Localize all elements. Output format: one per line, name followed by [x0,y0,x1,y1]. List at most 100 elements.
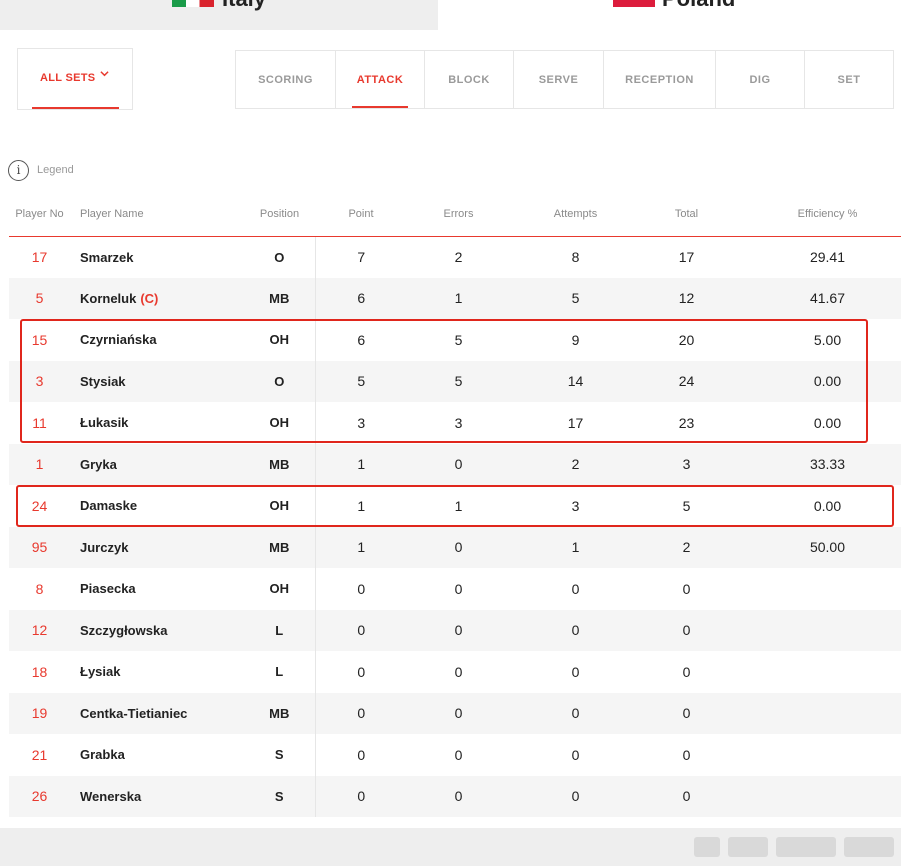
attack-efficiency [732,568,901,610]
table-row[interactable]: 21 Grabka S 0 0 0 0 [9,734,901,776]
poland-flag-icon [613,0,655,7]
table-row[interactable]: 26 Wenerska S 0 0 0 0 [9,775,901,817]
table-row[interactable]: 11 Łukasik OH 3 3 17 23 0.00 [9,402,901,444]
player-name[interactable]: Korneluk (C) [70,277,244,319]
attack-errors: 1 [407,485,510,527]
attack-attempts: 14 [510,360,641,402]
attack-total-value: 0 [682,788,691,805]
player-name[interactable]: Szczygłowska [70,609,244,651]
attack-total: 3 [641,443,732,485]
attack-point: 0 [315,734,407,776]
attack-efficiency: 29.41 [732,236,901,278]
player-name-value: Piasecka [80,581,136,597]
table-row[interactable]: 18 Łysiak L 0 0 0 0 [9,651,901,693]
player-position-value: MB [269,456,290,472]
player-name[interactable]: Jurczyk [70,526,244,568]
all-sets-dropdown[interactable]: ALL SETS [17,48,133,110]
table-row[interactable]: 12 Szczygłowska L 0 0 0 0 [9,609,901,651]
attack-point: 0 [315,609,407,651]
attack-point: 7 [315,236,407,278]
attack-total-value: 0 [682,705,691,722]
player-name[interactable]: Piasecka [70,568,244,610]
player-position: MB [244,443,316,485]
tab-serve[interactable]: SERVE [514,51,604,108]
attack-errors-value: 5 [454,373,463,390]
player-name[interactable]: Czyrniańska [70,319,244,361]
tab-scoring[interactable]: SCORING [236,51,336,108]
player-number: 3 [9,360,70,402]
player-name[interactable]: Centka-Tietianiec [70,692,244,734]
attack-point-value: 6 [357,290,366,307]
header-errors[interactable]: Errors [407,193,510,237]
attack-total-value: 2 [682,539,691,556]
table-row[interactable]: 3 Stysiak O 5 5 14 24 0.00 [9,360,901,402]
attack-total-value: 17 [678,249,695,265]
attack-attempts: 0 [510,734,641,776]
player-position-value: OH [269,498,290,514]
attack-point-value: 0 [357,663,366,680]
attack-total: 20 [641,319,732,361]
attack-total: 17 [641,236,732,278]
attack-point: 0 [315,651,407,693]
player-position-value: O [274,373,285,389]
attack-total: 0 [641,692,732,734]
header-position[interactable]: Position [244,193,315,237]
attack-attempts-value: 5 [571,290,580,307]
attack-errors: 0 [407,692,510,734]
attack-total-value: 0 [682,663,691,680]
player-name[interactable]: Damaske [70,485,244,527]
attack-errors-value: 3 [454,414,463,431]
player-name[interactable]: Wenerska [70,775,244,817]
attack-attempts: 2 [510,443,641,485]
tab-dig[interactable]: DIG [716,51,805,108]
team-tab-italy[interactable]: Italy [0,0,438,30]
tab-block[interactable]: BLOCK [425,51,514,108]
table-row[interactable]: 5 Korneluk (C) MB 6 1 5 12 41.67 [9,277,901,319]
player-position-value: S [274,788,284,804]
header-total[interactable]: Total [641,193,732,237]
team-tab-poland[interactable]: Poland [438,0,901,30]
attack-point-value: 6 [357,331,366,348]
legend-toggle[interactable]: i Legend [8,159,74,181]
player-number-value: 3 [35,373,44,390]
player-position: MB [244,277,316,319]
player-name[interactable]: Stysiak [70,360,244,402]
player-name[interactable]: Łysiak [70,651,244,693]
player-name[interactable]: Smarzek [70,236,244,278]
tab-set[interactable]: SET [805,51,893,108]
player-number: 12 [9,609,70,651]
header-point[interactable]: Point [315,193,407,237]
header-player-no[interactable]: Player No [9,193,70,237]
table-row[interactable]: 1 Gryka MB 1 0 2 3 33.33 [9,443,901,485]
table-row[interactable]: 8 Piasecka OH 0 0 0 0 [9,568,901,610]
attack-efficiency [732,651,901,693]
player-position: OH [244,402,316,444]
header-attempts[interactable]: Attempts [510,193,641,237]
table-header-row: Player No Player Name Position Point Err… [9,193,901,237]
header-efficiency[interactable]: Efficiency % [732,193,901,237]
attack-point: 0 [315,775,407,817]
table-row[interactable]: 95 Jurczyk MB 1 0 1 2 50.00 [9,526,901,568]
player-name[interactable]: Łukasik [70,402,244,444]
attack-total-value: 3 [682,456,691,473]
attack-point-value: 3 [357,414,366,431]
player-name-value: Czyrniańska [80,332,157,348]
attack-efficiency-value: 0.00 [813,414,842,431]
table-row[interactable]: 17 Smarzek O 7 2 8 17 29.41 [9,236,901,278]
italy-flag-icon [172,0,214,7]
table-row[interactable]: 15 Czyrniańska OH 6 5 9 20 5.00 [9,319,901,361]
attack-attempts: 3 [510,485,641,527]
attack-total-value: 24 [678,373,695,390]
player-name[interactable]: Gryka [70,443,244,485]
attack-efficiency: 5.00 [732,319,901,361]
tab-attack[interactable]: ATTACK [336,51,425,108]
attack-total: 0 [641,775,732,817]
attack-attempts: 1 [510,526,641,568]
header-player-name[interactable]: Player Name [70,193,244,237]
player-name[interactable]: Grabka [70,734,244,776]
table-row[interactable]: 24 Damaske OH 1 1 3 5 0.00 [9,485,901,527]
table-row[interactable]: 19 Centka-Tietianiec MB 0 0 0 0 [9,692,901,734]
tab-reception[interactable]: RECEPTION [604,51,716,108]
player-number: 26 [9,775,70,817]
attack-efficiency-value: 41.67 [809,290,846,307]
